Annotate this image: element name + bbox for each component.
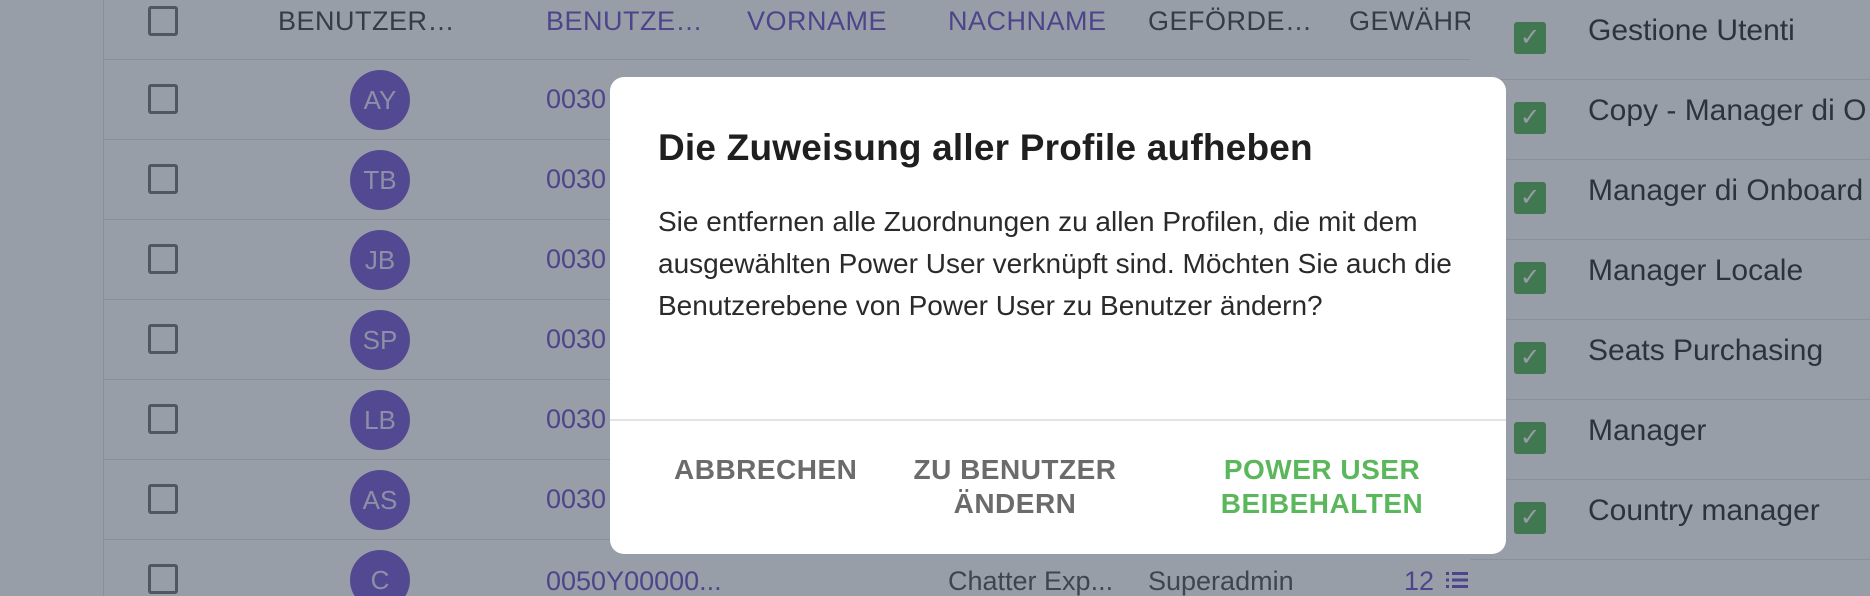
keep-power-user-label-line1: POWER USER bbox=[1223, 454, 1421, 485]
change-to-user-button[interactable]: ZU BENUTZER ÄNDERN bbox=[900, 453, 1130, 521]
cancel-button[interactable]: ABBRECHEN bbox=[674, 453, 858, 487]
unassign-profiles-dialog: Die Zuweisung aller Profile aufheben Sie… bbox=[610, 77, 1506, 554]
dialog-message: Sie entfernen alle Zuordnungen zu allen … bbox=[658, 206, 1452, 321]
cancel-button-label: ABBRECHEN bbox=[674, 454, 858, 485]
change-to-user-label-line1: ZU BENUTZER bbox=[913, 454, 1117, 485]
keep-power-user-label-line2: BEIBEHALTEN bbox=[1220, 488, 1424, 519]
keep-power-user-button[interactable]: POWER USER BEIBEHALTEN bbox=[1202, 453, 1442, 521]
dialog-title: Die Zuweisung aller Profile aufheben bbox=[658, 127, 1313, 168]
change-to-user-label-line2: ÄNDERN bbox=[953, 488, 1077, 519]
dialog-divider bbox=[610, 419, 1506, 421]
